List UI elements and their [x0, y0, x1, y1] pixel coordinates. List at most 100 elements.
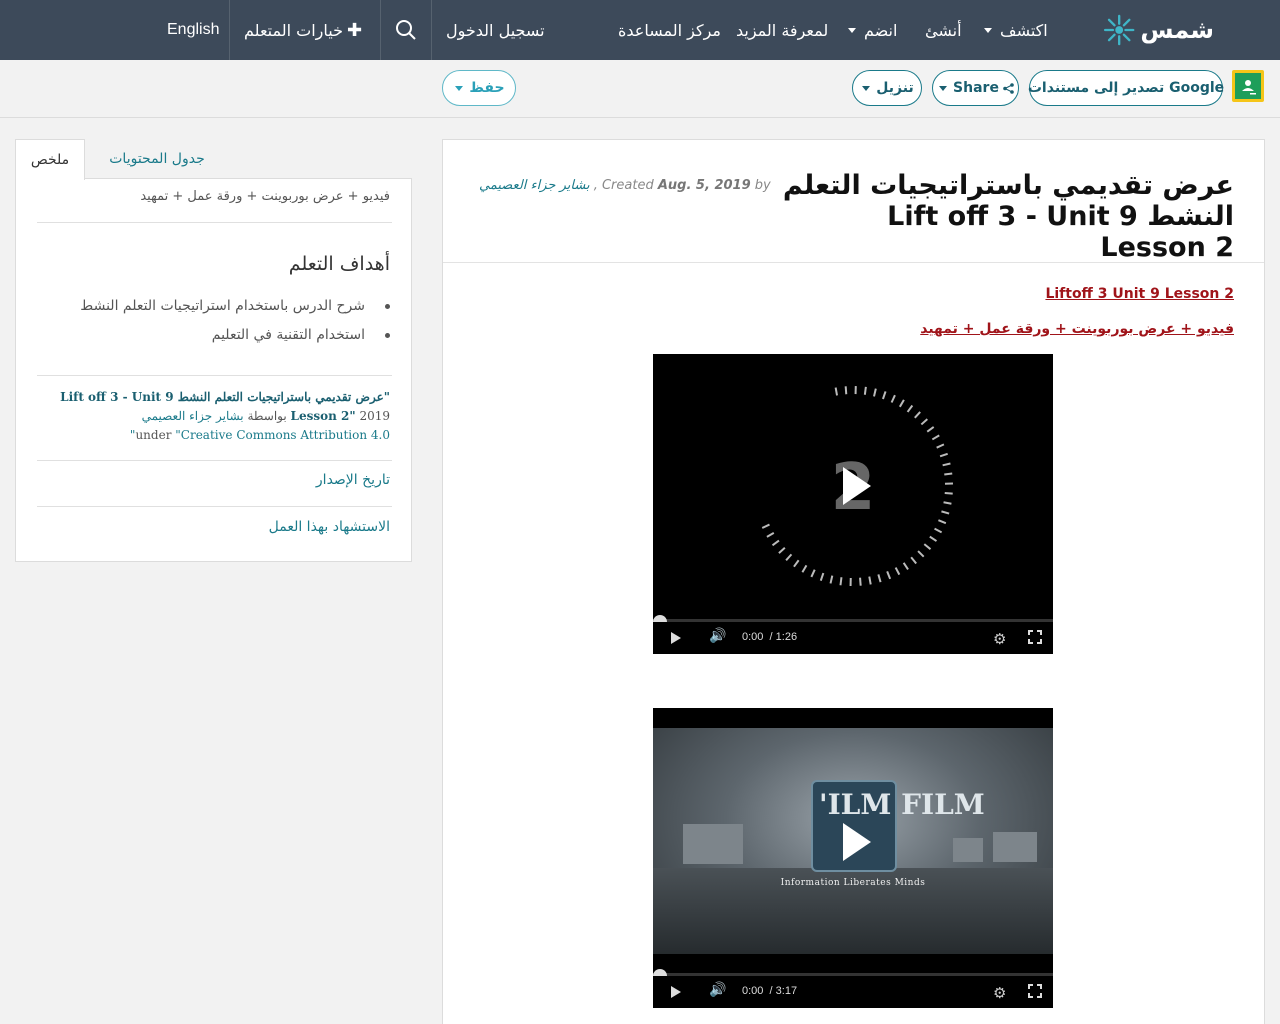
chevron-down-icon: [984, 27, 992, 33]
tab-table-of-contents-label: جدول المحتويات: [109, 151, 205, 167]
play-icon[interactable]: [671, 632, 681, 644]
google-classroom-icon: [1235, 73, 1261, 99]
countdown-tick: [761, 523, 770, 529]
search-icon: [395, 20, 416, 40]
save-label: حفظ: [469, 80, 505, 96]
by-label: by: [754, 178, 771, 193]
countdown-tick: [886, 571, 892, 580]
video-controls: 🔊 0:00 / 3:17 ⚙: [653, 976, 1053, 1008]
nav-explore-label: اكتشف: [1000, 20, 1048, 40]
save-button[interactable]: حفظ: [442, 70, 516, 106]
play-icon: [843, 467, 871, 505]
countdown-tick: [944, 492, 953, 495]
current-time: 0:00: [742, 631, 764, 643]
countdown-tick: [863, 386, 867, 395]
nav-login[interactable]: تسجيل الدخول: [446, 0, 545, 60]
fullscreen-icon[interactable]: [1028, 630, 1042, 644]
sidebar-tabs: جدول المحتويات ملخص: [15, 139, 412, 180]
nav-learn-more-label: لمعرفة المزيد: [736, 20, 829, 40]
learner-options-button[interactable]: ✚ خيارات المتعلم: [244, 0, 362, 60]
settings-gear-icon[interactable]: ⚙: [993, 984, 1006, 1002]
countdown-tick: [941, 510, 950, 515]
created-date: Aug. 5, 2019: [657, 178, 751, 193]
nav-create-label: أنشئ: [925, 20, 962, 40]
top-navbar: شمس اكتشف أنشئ انضم لمعرفة المزيد مركز ا…: [0, 0, 1280, 60]
google-classroom-button[interactable]: [1232, 70, 1264, 102]
film-caption: Information Liberates Minds: [780, 878, 926, 888]
fullscreen-icon[interactable]: [1028, 984, 1042, 998]
nav-join[interactable]: انضم: [848, 0, 897, 60]
share-label: Share: [953, 80, 999, 96]
author-link[interactable]: بشاير جزاء العصيمي: [479, 178, 590, 193]
countdown-tick: [877, 574, 882, 583]
divider: [37, 375, 392, 376]
citation-author-link[interactable]: بشاير جزاء العصيمي: [142, 409, 244, 423]
play-overlay-button[interactable]: [813, 810, 893, 874]
site-logo[interactable]: شمس: [1102, 8, 1214, 52]
nav-help-center[interactable]: مركز المساعدة: [618, 0, 721, 60]
countdown-tick: [844, 386, 848, 395]
objective-item: استخدام التقنية في التعليم: [212, 327, 390, 343]
countdown-tick: [778, 547, 786, 554]
search-button[interactable]: [380, 0, 431, 60]
volume-icon[interactable]: 🔊: [709, 628, 729, 648]
objectives-heading: أهداف التعلم: [288, 253, 390, 275]
countdown-tick: [785, 553, 793, 561]
current-time: 0:00: [742, 985, 764, 997]
video-player-1[interactable]: 2 🔊 0:00 / 1:26 ⚙: [653, 354, 1053, 654]
tab-table-of-contents[interactable]: جدول المحتويات: [102, 139, 212, 179]
version-history-link[interactable]: تاريخ الإصدار: [316, 472, 390, 488]
share-icon: [1003, 82, 1014, 94]
settings-gear-icon[interactable]: ⚙: [993, 630, 1006, 648]
countdown-tick: [873, 388, 877, 397]
tab-summary-label: ملخص: [30, 152, 70, 168]
sun-logo-icon: [1103, 14, 1135, 46]
nav-learn-more[interactable]: لمعرفة المزيد: [736, 0, 828, 60]
countdown-tick: [929, 535, 938, 542]
countdown-tick: [943, 501, 952, 505]
countdown-tick: [931, 434, 940, 441]
play-icon[interactable]: [671, 986, 681, 998]
volume-icon[interactable]: 🔊: [709, 982, 729, 1002]
citation-year: 2019: [359, 409, 390, 423]
share-button[interactable]: Share: [932, 70, 1019, 106]
countdown-tick: [934, 527, 943, 534]
divider: [37, 506, 392, 507]
countdown-tick: [910, 556, 917, 565]
resource-content: عرض تقديمي باستراتيجيات التعلم النشط Lif…: [442, 139, 1265, 1024]
language-switch[interactable]: English: [167, 0, 219, 60]
logo-text: شمس: [1140, 16, 1214, 44]
countdown-tick: [766, 531, 775, 538]
objective-item: شرح الدرس باستخدام استراتيجيات التعلم ال…: [80, 298, 390, 314]
chevron-down-icon: [455, 85, 464, 91]
countdown-tick: [890, 394, 896, 403]
countdown-tick: [942, 462, 951, 467]
export-google-docs-button[interactable]: تصدير إلى مستندات Google: [1028, 70, 1224, 106]
nav-explore[interactable]: اكتشف: [984, 0, 1048, 60]
video-time: 0:00 / 3:17: [742, 985, 798, 997]
play-overlay-button[interactable]: [813, 454, 893, 518]
tab-summary[interactable]: ملخص: [15, 139, 85, 180]
countdown-tick: [819, 572, 825, 581]
chevron-down-icon: [939, 85, 948, 91]
summary-panel: فيديو + عرض بوربوينت + ورقة عمل + تمهيد …: [15, 178, 412, 562]
nav-join-label: انضم: [864, 20, 898, 40]
download-label: تنزيل: [876, 80, 914, 96]
countdown-tick: [936, 443, 945, 449]
cite-this-work-link[interactable]: الاستشهاد بهذا العمل: [269, 519, 390, 535]
nav-create[interactable]: أنشئ: [925, 0, 962, 60]
countdown-tick: [771, 539, 780, 547]
countdown-tick: [926, 426, 935, 433]
countdown-tick: [944, 472, 953, 476]
countdown-tick: [829, 575, 834, 584]
download-button[interactable]: تنزيل: [852, 70, 922, 106]
video-player-2[interactable]: 'ILM FILM Information Liberates Minds 🔊 …: [653, 708, 1053, 1008]
plus-icon: ✚: [346, 19, 363, 41]
countdown-tick: [917, 550, 925, 558]
lesson-link[interactable]: Liftoff 3 Unit 9 Lesson 2: [1045, 286, 1234, 302]
citation-block: "عرض تقديمي باستراتيجيات التعلم النشط Li…: [50, 388, 390, 445]
divider: [37, 222, 392, 223]
nav-divider: [431, 0, 432, 60]
language-label: English: [167, 21, 220, 38]
materials-link[interactable]: فيديو + عرض بوربوينت + ورقة عمل + تمهيد: [920, 321, 1234, 337]
